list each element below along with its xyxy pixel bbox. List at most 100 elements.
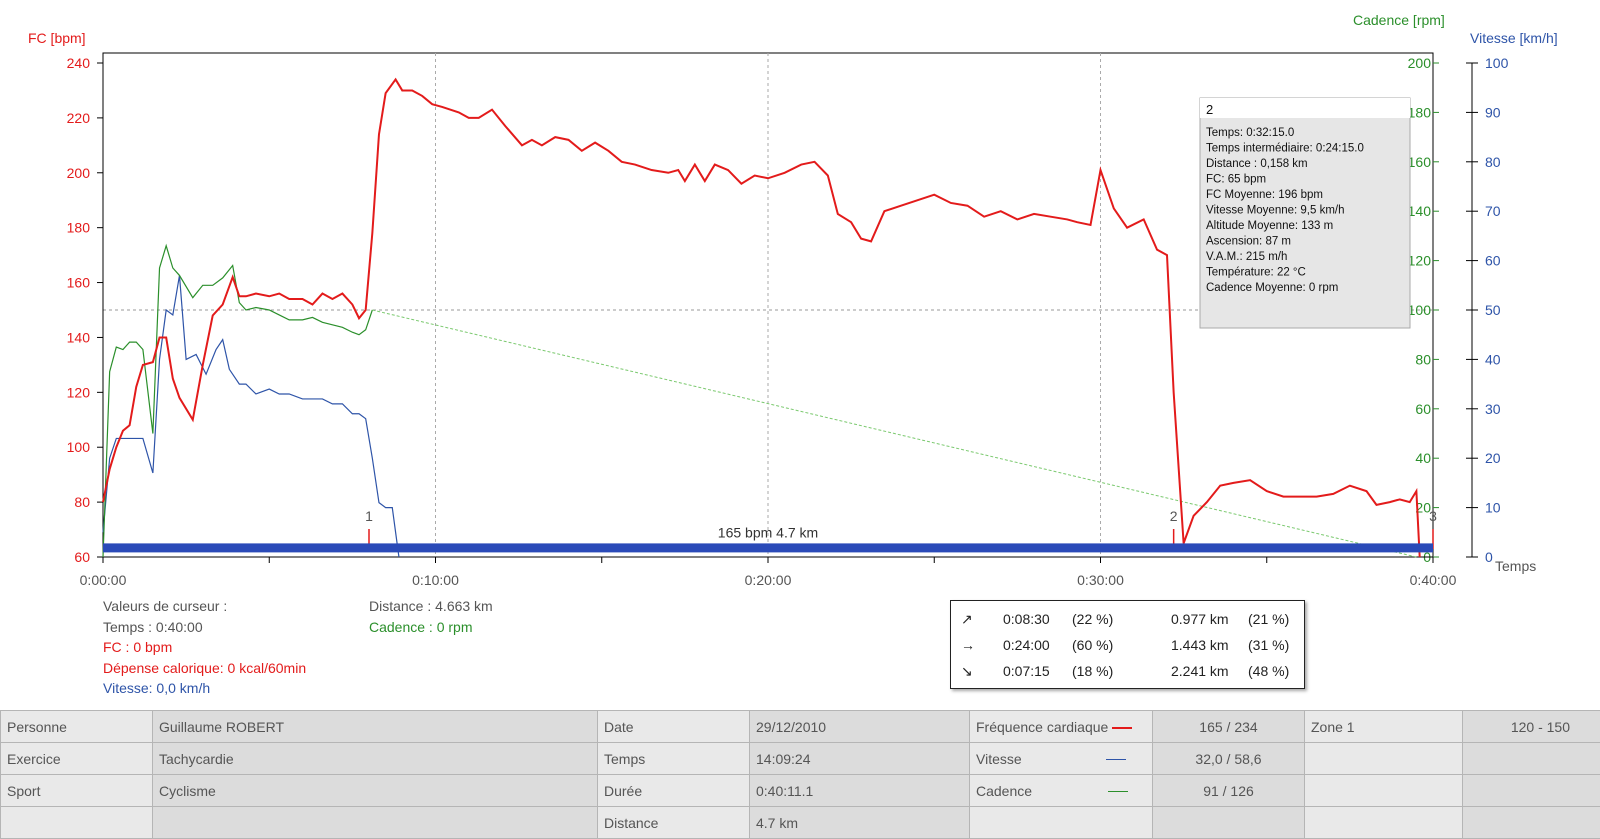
lap-marker-label: 3 [1429, 508, 1437, 524]
fc-label: Fréquence cardiaque [976, 718, 1109, 735]
fc-value: 165 / 234 [1152, 710, 1305, 743]
speed-axis: 0 10 20 30 40 50 60 70 80 90 100 [1466, 55, 1509, 565]
tick-label: 0:00:00 [80, 572, 127, 588]
tick-label: 60 [1415, 401, 1431, 417]
cadence-legend: Cadence [969, 774, 1153, 807]
tick-label: 20 [1485, 450, 1501, 466]
tooltip-line: Cadence Moyenne: 0 rpm [1206, 282, 1338, 294]
table-row: Sport Cyclisme Durée 0:40:11.1 Cadence 9… [0, 774, 1600, 807]
summary-dist: 0.977 km [1171, 611, 1229, 627]
vitesse-legend: Vitesse [969, 742, 1153, 775]
summary-band-bar [103, 543, 1433, 553]
summary-time: 0:07:15 [1003, 663, 1050, 679]
tick-label: 160 [1408, 154, 1432, 170]
personne-value[interactable]: Guillaume ROBERT [152, 710, 598, 743]
lap-marker-label: 1 [365, 508, 373, 524]
summary-time-pct: (22 %) [1072, 611, 1114, 627]
time-axis: 0:00:00 0:10:00 0:20:00 0:30:00 0:40:00 [80, 556, 1457, 588]
lap-marker-label: 2 [1170, 508, 1178, 524]
empty-cell [1462, 742, 1600, 775]
duree-label: Durée [597, 774, 750, 807]
speed-legend-line [1105, 759, 1126, 761]
cursor-temps: Temps : 0:40:00 [103, 618, 203, 635]
cadence-label: Cadence [976, 782, 1033, 799]
tick-label: 120 [67, 384, 91, 400]
tooltip-header [1200, 98, 1410, 118]
tick-label: 60 [74, 549, 90, 565]
summary-row-down: ↘ 0:07:15 (18 %) 2.241 km (48 %) [951, 659, 1304, 685]
tick-label: 160 [67, 275, 91, 291]
tick-label: 0:20:00 [745, 572, 792, 588]
tick-label: 120 [1408, 253, 1432, 269]
tooltip-line: Distance : 0,158 km [1206, 158, 1308, 170]
summary-dist: 2.241 km [1171, 663, 1229, 679]
session-info-table: Personne Guillaume ROBERT Date 29/12/201… [0, 710, 1600, 839]
summary-band-label: 165 bpm 4.7 km [718, 524, 818, 540]
tick-label: 80 [74, 494, 90, 510]
empty-cell [1304, 742, 1463, 775]
vitesse-value: 32,0 / 58,6 [1152, 742, 1305, 775]
summary-dist-pct: (48 %) [1248, 663, 1290, 679]
tick-label: 180 [67, 220, 91, 236]
cadence-axis-title: Cadence [rpm] [1353, 12, 1445, 28]
tick-label: 220 [67, 110, 91, 126]
summary-dist-pct: (21 %) [1248, 611, 1290, 627]
tooltip-title: 2 [1206, 102, 1213, 117]
summary-dist-pct: (31 %) [1248, 637, 1290, 653]
arrow-up-right-icon: ↗ [961, 611, 973, 627]
tick-label: 140 [67, 329, 91, 345]
temps-label: Temps [597, 742, 750, 775]
empty-cell [1304, 806, 1463, 839]
tick-label: 80 [1415, 351, 1431, 367]
tooltip-line: FC Moyenne: 196 bpm [1206, 189, 1323, 201]
zone-label: Zone 1 [1304, 710, 1463, 743]
duree-value: 0:40:11.1 [749, 774, 970, 807]
table-row: Exercice Tachycardie Temps 14:09:24 Vite… [0, 742, 1600, 775]
tooltip-line: Ascension: 87 m [1206, 236, 1291, 248]
tooltip-line: Temps intermédiaire: 0:24:15.0 [1206, 143, 1364, 155]
empty-cell [969, 806, 1153, 839]
empty-cell [1462, 774, 1600, 807]
hr-axis-title: FC [bpm] [28, 30, 86, 46]
tick-label: 80 [1485, 154, 1501, 170]
tick-label: 100 [1408, 302, 1432, 318]
tick-label: 0 [1485, 549, 1493, 565]
tooltip-line: FC: 65 bpm [1206, 174, 1266, 186]
tick-label: 30 [1485, 401, 1501, 417]
tick-label: 180 [1408, 104, 1432, 120]
hr-legend-line [1112, 726, 1133, 729]
hr-axis: 60 80 100 120 140 160 180 200 220 240 [67, 55, 104, 565]
x-axis-title: Temps [1495, 558, 1536, 574]
lap-tooltip: 2 Temps: 0:32:15.0 Temps intermédiaire: 0:… [1199, 97, 1411, 329]
empty-cell [0, 806, 153, 839]
cursor-calories: Dépense calorique: 0 kcal/60min [103, 659, 307, 676]
tick-label: 40 [1485, 351, 1501, 367]
cursor-cadence: Cadence : 0 rpm [369, 618, 473, 635]
personne-label: Personne [0, 710, 153, 743]
tooltip-line: Altitude Moyenne: 133 m [1206, 220, 1333, 232]
tick-label: 70 [1485, 203, 1501, 219]
tooltip-line: Temps: 0:32:15.0 [1206, 127, 1294, 139]
distance-label: Distance [597, 806, 750, 839]
tooltip-line: Vitesse Moyenne: 9,5 km/h [1206, 205, 1345, 217]
exercice-value[interactable]: Tachycardie [152, 742, 598, 775]
date-value[interactable]: 29/12/2010 [749, 710, 970, 743]
tick-label: 50 [1485, 302, 1501, 318]
cursor-vitesse: Vitesse: 0,0 km/h [103, 680, 211, 696]
summary-row-flat: → 0:24:00 (60 %) 1.443 km (31 %) [951, 633, 1304, 659]
arrow-right-icon: → [961, 637, 975, 653]
tick-label: 100 [67, 439, 91, 455]
zone-value: 120 - 150 [1462, 710, 1600, 743]
empty-cell [1304, 774, 1463, 807]
tick-label: 0:30:00 [1077, 572, 1124, 588]
cursor-values-right: Distance : 4.663 km Cadence : 0 rpm [369, 596, 493, 637]
temps-value[interactable]: 14:09:24 [749, 742, 970, 775]
exercice-label: Exercice [0, 742, 153, 775]
tick-label: 90 [1485, 104, 1501, 120]
cursor-values-left: Valeurs de curseur : Temps : 0:40:00 FC … [103, 596, 306, 699]
summary-row-up: ↗ 0:08:30 (22 %) 0.977 km (21 %) [951, 607, 1304, 633]
arrow-down-right-icon: ↘ [961, 663, 973, 679]
summary-time: 0:08:30 [1003, 611, 1050, 627]
sport-value[interactable]: Cyclisme [152, 774, 598, 807]
tick-label: 100 [1485, 55, 1509, 71]
